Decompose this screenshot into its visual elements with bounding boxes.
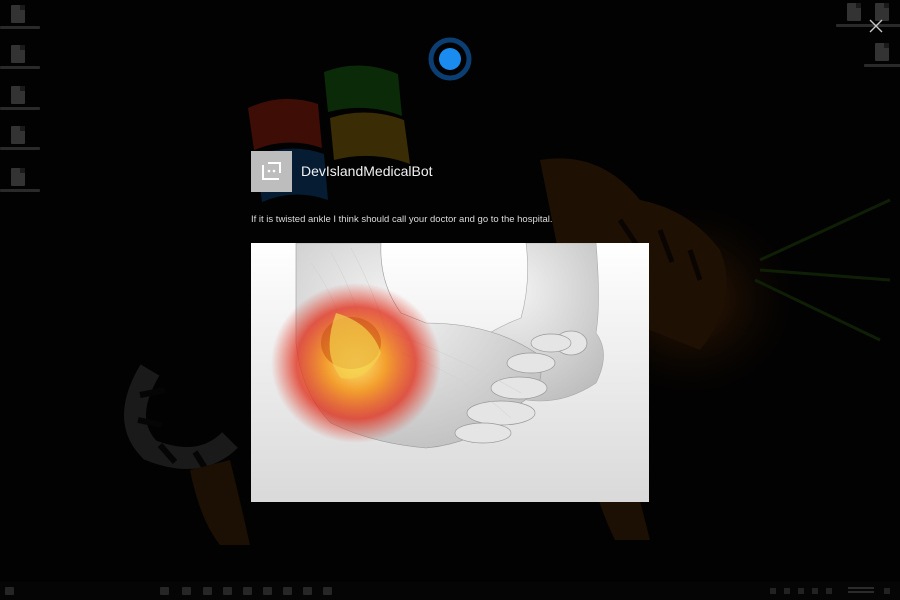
start-button[interactable]: [5, 587, 14, 595]
tray-icon[interactable]: [798, 588, 804, 594]
desktop-icon[interactable]: [0, 45, 40, 79]
bot-message: If it is twisted ankle I think should ca…: [251, 214, 553, 225]
ankle-illustration-image[interactable]: [251, 243, 649, 502]
taskbar-app-icon[interactable]: [160, 587, 169, 595]
ankle-illustration: [251, 243, 649, 502]
taskbar-app-icon[interactable]: [283, 587, 292, 595]
notification-icon[interactable]: [884, 588, 890, 594]
taskbar-app-icon[interactable]: [303, 587, 312, 595]
tray-icon[interactable]: [812, 588, 818, 594]
taskbar-clock[interactable]: [848, 585, 874, 597]
taskbar-app-icon[interactable]: [223, 587, 232, 595]
taskbar-app-icon[interactable]: [243, 587, 252, 595]
desktop-icon[interactable]: [0, 126, 40, 160]
desktop-icon[interactable]: [0, 5, 40, 39]
desktop-icon[interactable]: [0, 86, 40, 120]
bot-avatar-icon: [262, 162, 281, 180]
close-icon: [869, 19, 883, 33]
desktop-icon[interactable]: [864, 43, 900, 77]
taskbar-app-icon[interactable]: [323, 587, 332, 595]
tray-icon[interactable]: [826, 588, 832, 594]
bot-header: DevIslandMedicalBot: [251, 151, 551, 192]
cortana-ring-icon[interactable]: [428, 37, 472, 81]
close-button[interactable]: [864, 14, 888, 38]
taskbar-app-icon[interactable]: [203, 587, 212, 595]
tray-icon[interactable]: [784, 588, 790, 594]
desktop-icon[interactable]: [0, 168, 40, 202]
taskbar-app-icon[interactable]: [182, 587, 191, 595]
bot-avatar: [251, 151, 292, 192]
tray-icon[interactable]: [770, 588, 776, 594]
bot-name: DevIslandMedicalBot: [301, 163, 433, 179]
taskbar: [0, 582, 900, 600]
taskbar-app-icon[interactable]: [263, 587, 272, 595]
desktop-screen: DevIslandMedicalBot If it is twisted ank…: [0, 0, 900, 600]
